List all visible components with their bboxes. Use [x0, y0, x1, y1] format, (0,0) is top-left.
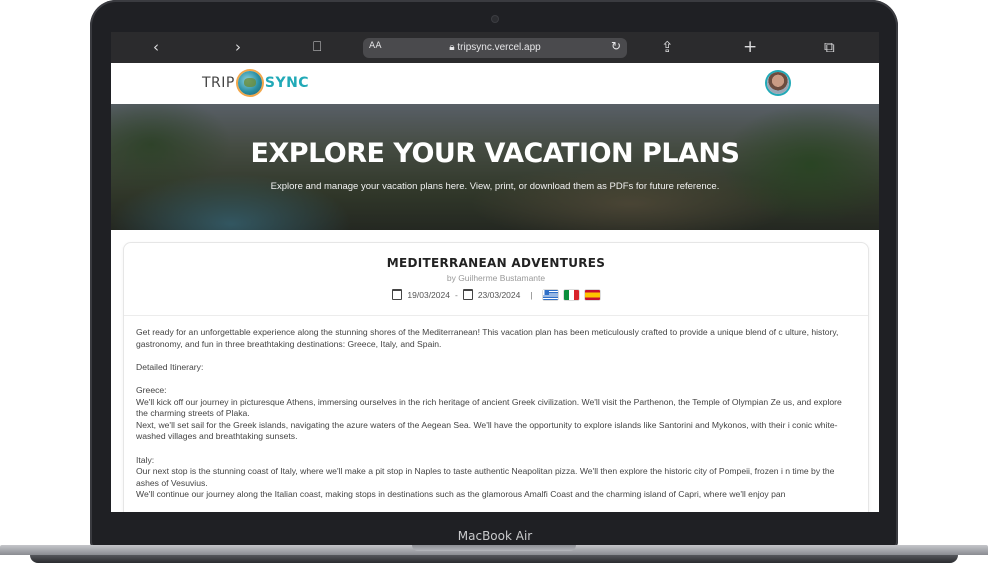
- plan-title: MEDITERRANEAN ADVENTURES: [386, 256, 606, 270]
- logo[interactable]: TRIP SYNC: [202, 71, 309, 95]
- spain-flag-icon: [584, 289, 600, 300]
- paragraph: Get ready for an unforgettable experienc…: [136, 327, 839, 349]
- browser-toolbar: ‹ › ⎕ AA 🔒︎ tripsync.vercel.app ↻ ⇪ + ⧉: [111, 32, 879, 63]
- calendar-icon: [462, 289, 473, 300]
- logo-text-trip: TRIP: [202, 75, 235, 91]
- logo-text-sync: SYNC: [264, 75, 310, 91]
- end-date: 23/03/2024: [477, 289, 521, 300]
- user-avatar[interactable]: [767, 72, 789, 94]
- date-separator: -: [454, 289, 458, 300]
- paragraph: Next, we'll set sail for the Greek islan…: [136, 419, 838, 442]
- bookmarks-icon[interactable]: ⎕: [313, 38, 321, 56]
- site-header: TRIP SYNC: [111, 63, 879, 105]
- device-label: MacBook Air: [457, 529, 533, 543]
- plan-author: by Guilherme Bustamante: [446, 273, 546, 283]
- paragraph: We'll continue our journey along the Ita…: [136, 489, 786, 500]
- calendar-icon: [392, 289, 403, 300]
- camera: [492, 16, 498, 22]
- screen: ‹ › ⎕ AA 🔒︎ tripsync.vercel.app ↻ ⇪ + ⧉ …: [111, 32, 879, 512]
- globe-icon: [237, 71, 262, 95]
- paragraph: Our next stop is the stunning coast of I…: [136, 466, 835, 488]
- plan-meta: 19/03/2024 - 23/03/2024 |: [124, 289, 868, 300]
- hero-subtitle: Explore and manage your vacation plans h…: [270, 181, 720, 192]
- paragraph: Detailed Itinerary:: [136, 361, 204, 372]
- tabs-icon[interactable]: ⧉: [824, 38, 835, 56]
- plan-card: MEDITERRANEAN ADVENTURES by Guilherme Bu…: [123, 242, 869, 512]
- start-date: 19/03/2024: [407, 289, 450, 300]
- meta-separator: |: [530, 289, 533, 300]
- url-text: tripsync.vercel.app: [457, 42, 541, 53]
- back-icon[interactable]: ‹: [153, 38, 159, 56]
- hero-banner: EXPLORE YOUR VACATION PLANS Explore and …: [111, 104, 879, 230]
- share-icon[interactable]: ⇪: [661, 38, 674, 56]
- address-bar[interactable]: AA 🔒︎ tripsync.vercel.app ↻: [363, 38, 627, 58]
- reload-icon[interactable]: ↻: [611, 39, 621, 53]
- paragraph: We'll kick off our journey in picturesqu…: [136, 396, 842, 419]
- plan-description: Get ready for an unforgettable experienc…: [136, 327, 856, 501]
- italy-flag-icon: [563, 289, 579, 300]
- plan-card-header: MEDITERRANEAN ADVENTURES by Guilherme Bu…: [124, 243, 868, 316]
- laptop-base: [0, 545, 988, 568]
- forward-icon[interactable]: ›: [235, 38, 241, 56]
- laptop-chin: MacBook Air: [111, 525, 879, 547]
- paragraph: Greece:: [136, 384, 167, 395]
- greece-flag-icon: [542, 289, 558, 300]
- paragraph: Italy:: [136, 454, 155, 465]
- hero-title: EXPLORE YOUR VACATION PLANS: [250, 138, 740, 169]
- new-tab-icon[interactable]: +: [743, 38, 757, 56]
